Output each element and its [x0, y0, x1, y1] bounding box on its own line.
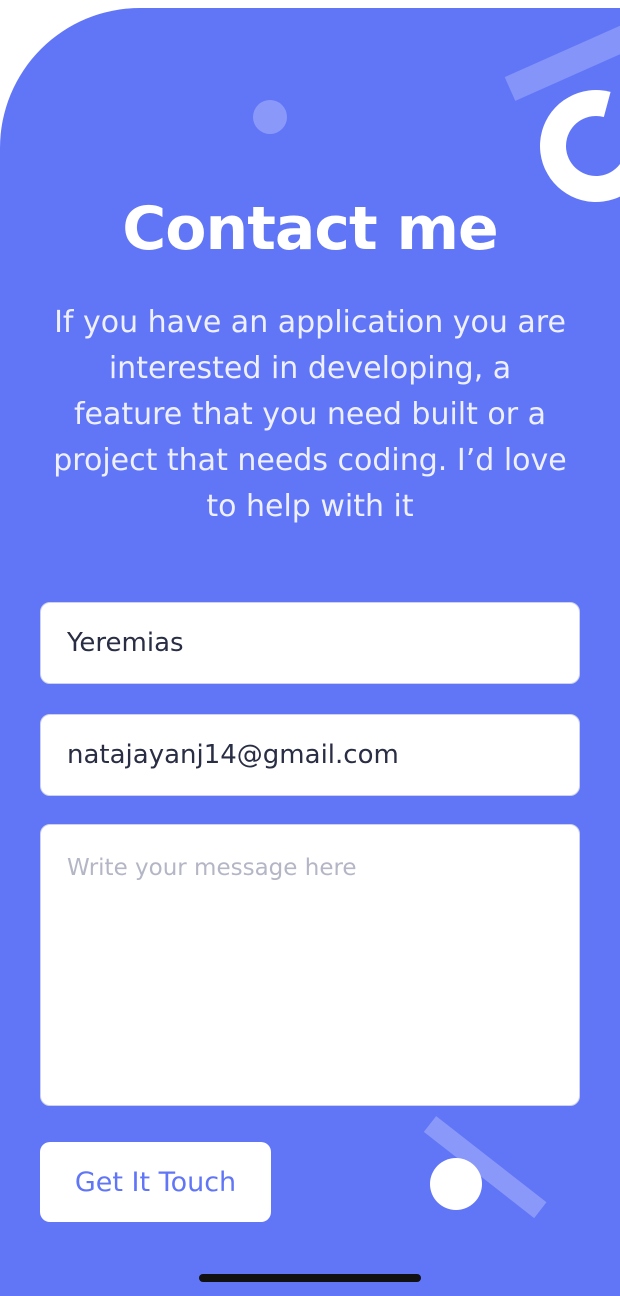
- email-input[interactable]: [40, 714, 580, 796]
- message-textarea[interactable]: [40, 824, 580, 1106]
- page-description: If you have an application you are inter…: [53, 305, 567, 524]
- decorative-dot: [430, 1158, 482, 1210]
- home-indicator: [199, 1274, 421, 1282]
- decorative-dot: [253, 100, 287, 134]
- decorative-bar: [504, 20, 620, 101]
- name-input[interactable]: [40, 602, 580, 684]
- page-title: Contact me: [122, 194, 499, 264]
- get-in-touch-button[interactable]: Get It Touch: [40, 1142, 271, 1222]
